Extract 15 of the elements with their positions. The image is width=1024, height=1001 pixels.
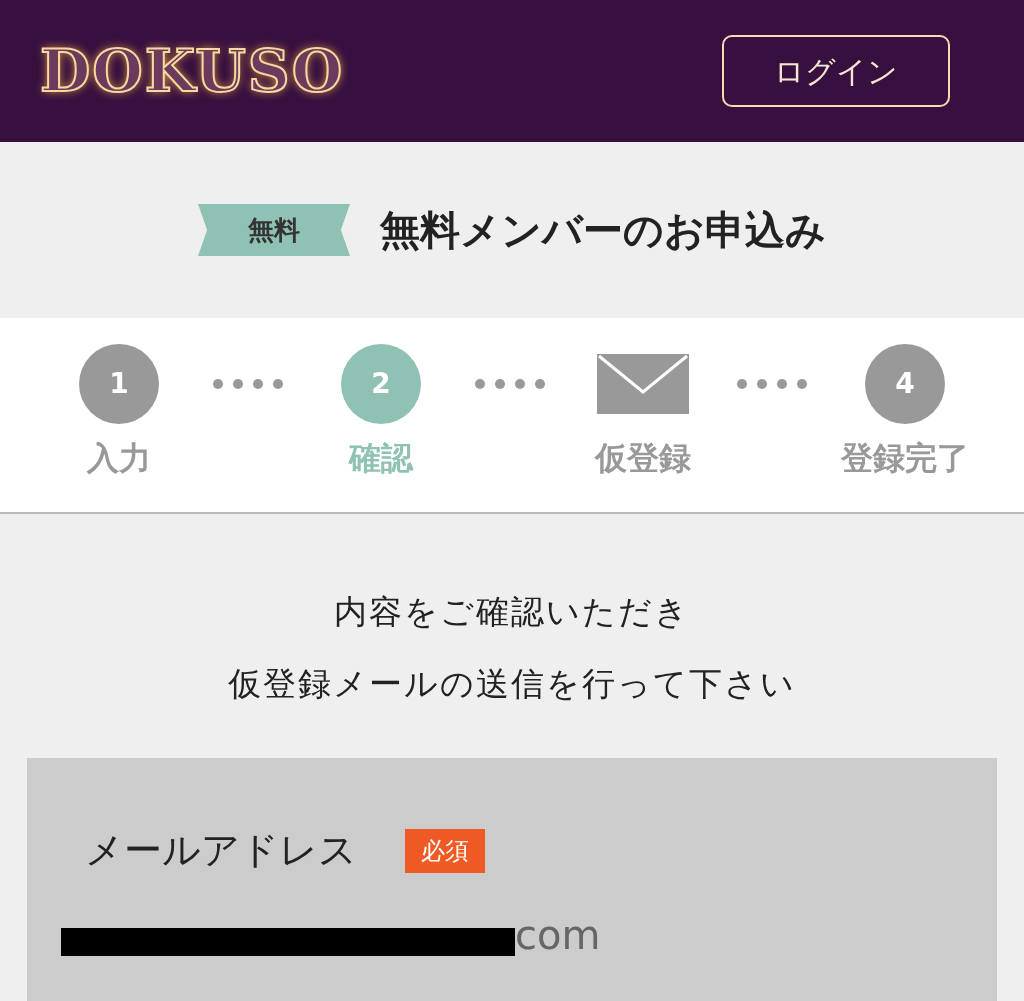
step-label: 確認 (349, 442, 413, 474)
step-label: 仮登録 (595, 442, 691, 474)
step-number: 1 (79, 344, 159, 424)
free-ribbon: 無料 (198, 204, 350, 256)
step-label: 登録完了 (841, 442, 969, 474)
page-title: 無料メンバーのお申込み (380, 206, 826, 255)
instruction-text: 内容をご確認いただき (334, 591, 690, 633)
step-number: 2 (341, 344, 421, 424)
instruction-text: 仮登録メールの送信を行って下さい (228, 663, 796, 705)
field-label: メールアドレス (85, 827, 357, 874)
step-number: 4 (865, 344, 945, 424)
step-label: 入力 (87, 442, 151, 474)
email-value: com (515, 911, 601, 960)
login-button[interactable]: ログイン (722, 35, 950, 107)
required-badge: 必須 (405, 828, 485, 873)
